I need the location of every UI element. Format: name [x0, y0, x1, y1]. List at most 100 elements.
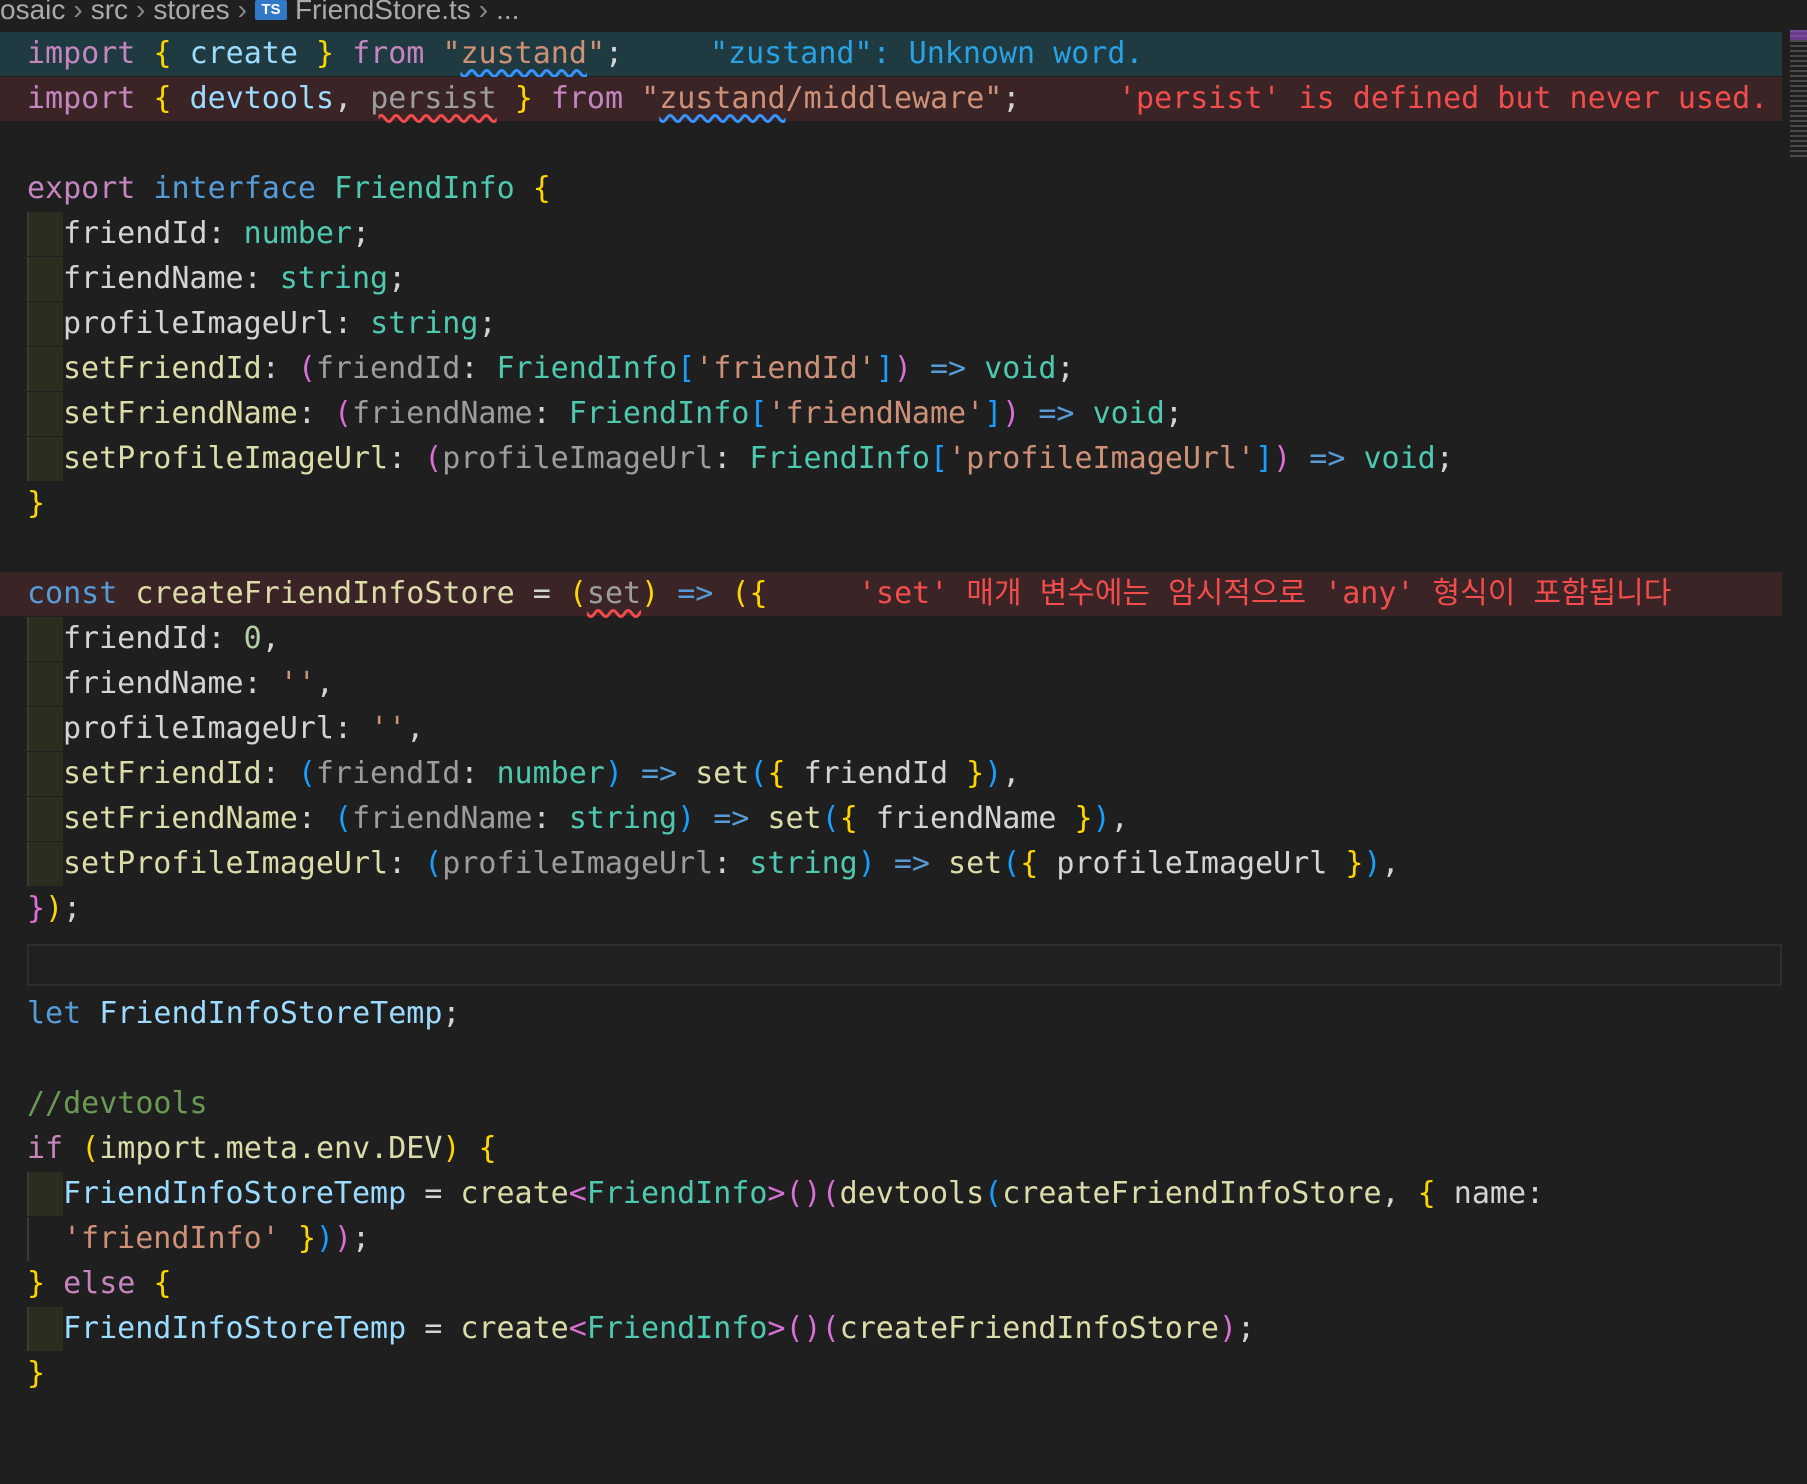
brace: ({ [731, 576, 768, 611]
breadcrumb-item-more[interactable]: ... [496, 0, 519, 24]
paren: () [785, 1311, 822, 1346]
function-call-set: set [767, 801, 822, 836]
keyword-export: export [27, 171, 136, 206]
property-name: profileImageUrl [63, 711, 334, 746]
colon: : [261, 351, 280, 386]
paren: ) [442, 1131, 461, 1166]
minimap[interactable] [1790, 30, 1807, 160]
code-line-1[interactable]: import { create } from "zustand"; "zusta… [0, 32, 1782, 76]
code-line-18[interactable]: setFriendName: (friendName: string) => s… [0, 797, 1782, 841]
colon: : [207, 216, 226, 251]
identifier-devtools: devtools [189, 81, 335, 116]
code-line-20[interactable]: }); [0, 887, 1782, 931]
semicolon: ; [1237, 1311, 1256, 1346]
semicolon: ; [442, 996, 461, 1031]
code-line-27[interactable]: } else { [0, 1262, 1782, 1306]
brace: } [27, 891, 46, 926]
code-line-6[interactable]: friendName: string; [0, 257, 1782, 301]
code-line-28[interactable]: FriendInfoStoreTemp = create<FriendInfo>… [0, 1307, 1782, 1351]
method-name: setFriendId [63, 756, 262, 791]
brace: { [153, 36, 172, 71]
colon: : [297, 396, 316, 431]
breadcrumb-item-stores[interactable]: stores [153, 0, 229, 24]
breadcrumb-item-file[interactable]: FriendStore.ts [295, 0, 471, 24]
chevron-right-icon: › [478, 0, 489, 24]
arrow: => [1309, 441, 1346, 476]
code-line-7[interactable]: profileImageUrl: string; [0, 302, 1782, 346]
property-name: profileImageUrl [63, 306, 334, 341]
code-line-5[interactable]: friendId: number; [0, 212, 1782, 256]
function-call-set: set [695, 756, 750, 791]
code-line-10[interactable]: setProfileImageUrl: (profileImageUrl: Fr… [0, 437, 1782, 481]
code-line-4[interactable]: export interface FriendInfo { [0, 167, 1782, 211]
brace: } [27, 486, 46, 521]
type-name: FriendInfo [586, 1176, 768, 1211]
type-name: string [279, 261, 389, 296]
keyword-interface: interface [153, 171, 316, 206]
colon: : [713, 441, 732, 476]
comma: , [1381, 846, 1400, 881]
paren: ) [1363, 846, 1382, 881]
code-line-24[interactable]: //devtools [0, 1082, 1782, 1126]
code-line-9[interactable]: setFriendName: (friendName: FriendInfo['… [0, 392, 1782, 436]
argument: friendId [803, 756, 949, 791]
diagnostic-implicit-any[interactable]: 'set' 매개 변수에는 암시적으로 'any' 형식이 포함됩니다 [858, 572, 1671, 616]
comma: , [1381, 1176, 1400, 1211]
brace: } [966, 756, 985, 791]
string-zustand: zustand [460, 36, 587, 71]
string-middleware: /middleware" [785, 81, 1003, 116]
colon: : [713, 846, 732, 881]
variable-name: FriendInfoStoreTemp [63, 1311, 407, 1346]
code-line-19[interactable]: setProfileImageUrl: (profileImageUrl: st… [0, 842, 1782, 886]
diagnostic-unknown-word[interactable]: "zustand": Unknown word. [710, 32, 1143, 76]
breadcrumb-item-src[interactable]: src [91, 0, 128, 24]
string-quote: " [641, 81, 660, 116]
comma: , [261, 621, 280, 656]
variable-name: FriendInfoStoreTemp [63, 1176, 407, 1211]
colon: : [207, 621, 226, 656]
code-line-11[interactable]: } [0, 482, 1782, 526]
paren: ( [821, 801, 840, 836]
semicolon: ; [478, 306, 497, 341]
code-line-29[interactable]: } [0, 1352, 1782, 1396]
semicolon: ; [1002, 81, 1021, 116]
string-literal: '' [279, 666, 316, 701]
string-key: 'friendId' [695, 351, 876, 386]
function-call-create: create [460, 1176, 569, 1211]
diagnostic-unused-persist[interactable]: 'persist' is defined but never used. [1118, 77, 1768, 121]
argument: friendName [875, 801, 1057, 836]
code-line-8[interactable]: setFriendId: (friendId: FriendInfo['frie… [0, 347, 1782, 391]
comma: , [315, 666, 334, 701]
property-name: friendId [63, 621, 208, 656]
type-name: FriendInfo [749, 441, 930, 476]
keyword-import: import [27, 36, 136, 71]
arrow: => [893, 846, 930, 881]
code-line-21-current[interactable] [27, 944, 1782, 986]
code-line-2[interactable]: import { devtools, persist } from "zusta… [0, 77, 1782, 121]
indent-guide [27, 1217, 63, 1261]
keyword-let: let [27, 996, 82, 1031]
code-line-16[interactable]: profileImageUrl: '', [0, 707, 1782, 751]
colon: : [333, 711, 352, 746]
paren: ) [1218, 1311, 1238, 1346]
angle-bracket: > [767, 1311, 786, 1346]
code-line-26[interactable]: FriendInfoStoreTemp = create<FriendInfo>… [0, 1172, 1782, 1216]
minimap-slider[interactable] [1790, 30, 1807, 40]
indent-guide [27, 752, 63, 796]
colon: : [388, 846, 407, 881]
code-line-26-wrap[interactable]: 'friendInfo' })); [0, 1217, 1782, 1261]
code-line-25[interactable]: if (import.meta.env.DEV) { [0, 1127, 1782, 1171]
code-line-22[interactable]: let FriendInfoStoreTemp; [0, 992, 1782, 1036]
type-name: FriendInfo [568, 396, 750, 431]
brace: { [839, 801, 858, 836]
code-line-17[interactable]: setFriendId: (friendId: number) => set({… [0, 752, 1782, 796]
string-key: 'friendName' [767, 396, 985, 431]
code-line-14[interactable]: friendId: 0, [0, 617, 1782, 661]
code-editor[interactable]: import { create } from "zustand"; "zusta… [0, 32, 1790, 1446]
breadcrumb-item-root[interactable]: osaic [0, 0, 65, 24]
brace: } [297, 1221, 316, 1256]
code-line-13[interactable]: const createFriendInfoStore = (set) => (… [0, 572, 1782, 616]
comment: //devtools [27, 1086, 208, 1121]
code-line-15[interactable]: friendName: '', [0, 662, 1782, 706]
keyword-if: if [27, 1131, 64, 1166]
